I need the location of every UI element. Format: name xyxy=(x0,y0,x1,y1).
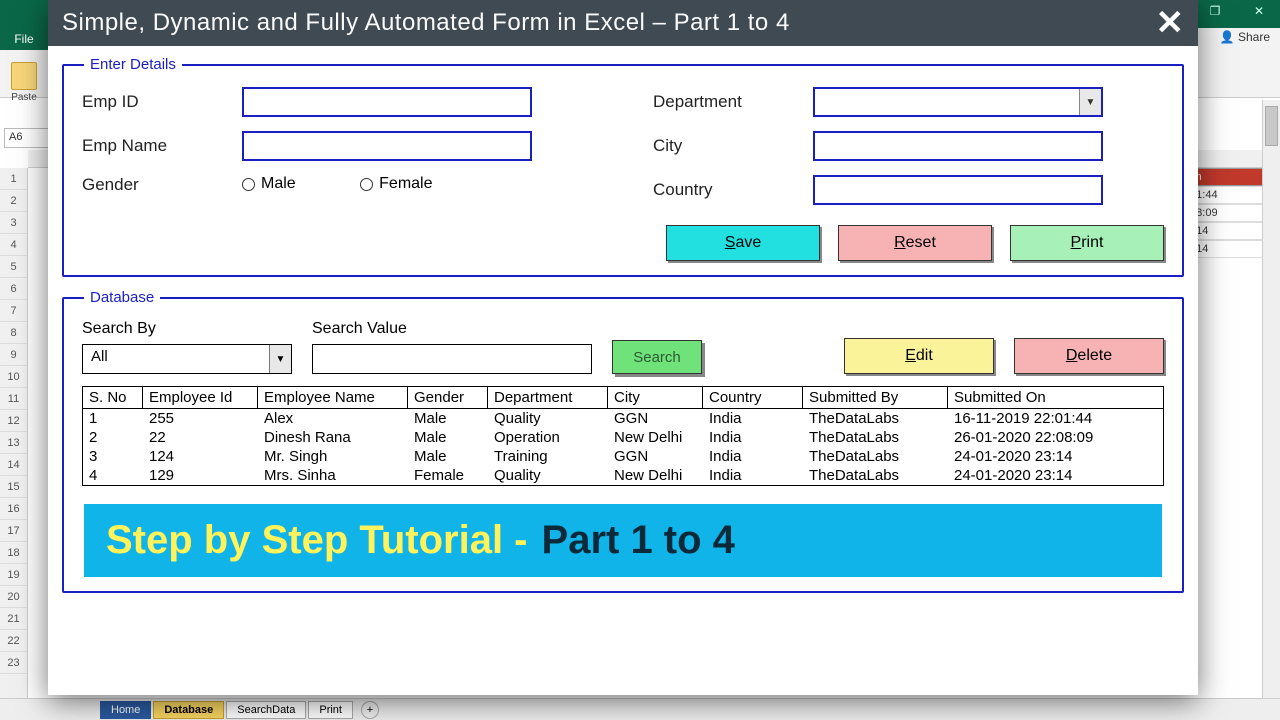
sheet-tab-print[interactable]: Print xyxy=(308,701,353,719)
file-tab[interactable]: File xyxy=(0,28,48,50)
save-button[interactable]: Save xyxy=(666,225,820,261)
enter-details-legend: Enter Details xyxy=(84,56,182,73)
banner-text-2: Part 1 to 4 xyxy=(542,518,735,563)
sheet-tab-bar: Home Database SearchData Print + xyxy=(0,698,1280,720)
print-button[interactable]: Print xyxy=(1010,225,1164,261)
country-input[interactable] xyxy=(813,175,1103,205)
table-row[interactable]: 222Dinesh RanaMaleOperationNew DelhiIndi… xyxy=(83,428,1163,447)
vertical-scrollbar[interactable] xyxy=(1262,100,1280,698)
share-button[interactable]: 👤 Share xyxy=(1220,30,1270,44)
add-sheet-button[interactable]: + xyxy=(361,701,379,719)
emp-id-input[interactable] xyxy=(242,87,532,117)
department-combobox[interactable] xyxy=(813,87,1103,117)
paste-label: Paste xyxy=(11,92,37,103)
reset-button[interactable]: Reset xyxy=(838,225,992,261)
emp-name-label: Emp Name xyxy=(82,136,242,156)
emp-id-label: Emp ID xyxy=(82,92,242,112)
sheet-tab-home[interactable]: Home xyxy=(100,701,151,719)
table-row[interactable]: 4129Mrs. SinhaFemaleQualityNew DelhiIndi… xyxy=(83,466,1163,485)
table-row[interactable]: 3124Mr. SinghMaleTrainingGGNIndiaTheData… xyxy=(83,447,1163,466)
search-value-label: Search Value xyxy=(312,320,592,338)
search-by-combobox[interactable]: All xyxy=(82,344,292,374)
close-icon[interactable]: ✕ xyxy=(1156,6,1185,40)
name-box[interactable]: A6 xyxy=(4,128,52,148)
city-input[interactable] xyxy=(813,131,1103,161)
emp-name-input[interactable] xyxy=(242,131,532,161)
city-label: City xyxy=(653,136,813,156)
row-headers: 1234567891011121314151617181920212223 xyxy=(0,168,28,698)
dialog-titlebar: Simple, Dynamic and Fully Automated Form… xyxy=(48,0,1198,46)
gender-male-radio[interactable]: Male xyxy=(242,175,296,193)
table-header-row: S. No Employee Id Employee Name Gender D… xyxy=(83,387,1163,409)
chevron-down-icon[interactable] xyxy=(269,345,291,373)
window-close-icon[interactable]: ✕ xyxy=(1244,4,1274,24)
table-row[interactable]: 1255AlexMaleQualityGGNIndiaTheDataLabs16… xyxy=(83,409,1163,428)
chevron-down-icon[interactable] xyxy=(1079,89,1101,115)
search-button[interactable]: Search xyxy=(612,340,702,374)
paste-button[interactable]: Paste xyxy=(4,62,44,103)
delete-button[interactable]: Delete xyxy=(1014,338,1164,374)
clipboard-icon xyxy=(11,62,37,90)
gender-label: Gender xyxy=(82,175,242,195)
search-by-value: All xyxy=(83,345,269,373)
database-legend: Database xyxy=(84,289,160,306)
edit-button[interactable]: Edit xyxy=(844,338,994,374)
search-by-label: Search By xyxy=(82,320,292,338)
sheet-tab-database[interactable]: Database xyxy=(153,701,224,719)
search-value-input[interactable] xyxy=(312,344,592,374)
gender-female-radio[interactable]: Female xyxy=(360,175,432,193)
country-label: Country xyxy=(653,180,813,200)
sheet-tab-searchdata[interactable]: SearchData xyxy=(226,701,306,719)
records-listbox[interactable]: S. No Employee Id Employee Name Gender D… xyxy=(82,386,1164,486)
database-group: Database Search By All Search Value Sear… xyxy=(62,289,1184,593)
banner-text-1: Step by Step Tutorial - xyxy=(106,518,528,563)
enter-details-group: Enter Details Emp ID Emp Name Gender Mal xyxy=(62,56,1184,277)
department-label: Department xyxy=(653,92,813,112)
tutorial-banner: Step by Step Tutorial - Part 1 to 4 xyxy=(84,504,1162,577)
dialog-title: Simple, Dynamic and Fully Automated Form… xyxy=(62,9,790,37)
userform-dialog: Simple, Dynamic and Fully Automated Form… xyxy=(48,0,1198,695)
window-restore-icon[interactable]: ❐ xyxy=(1200,4,1230,24)
